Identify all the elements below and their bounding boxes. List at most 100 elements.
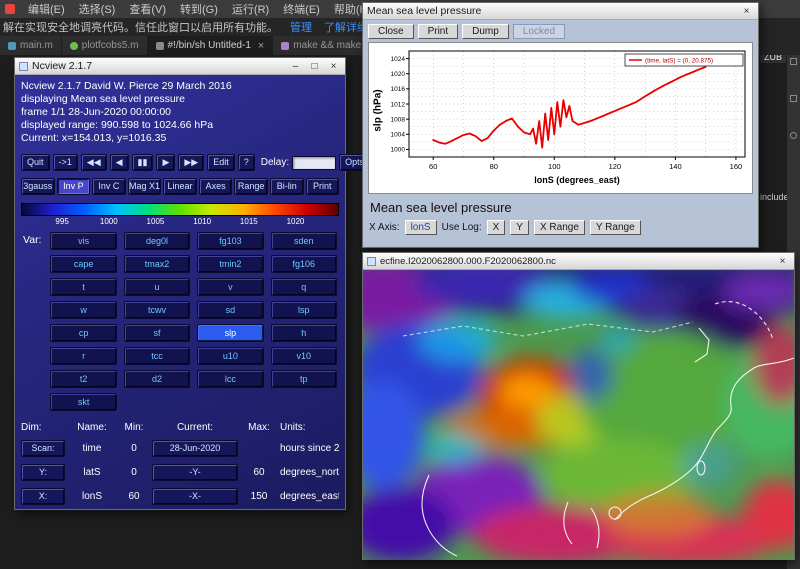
maximize-icon[interactable]: □ [307, 59, 322, 74]
close-icon[interactable]: × [739, 4, 754, 19]
colorbar[interactable] [21, 203, 339, 216]
colorbar-tick-label: 1010 [193, 217, 211, 226]
linear-button[interactable]: Linear [163, 178, 197, 195]
svg-text:100: 100 [548, 162, 561, 171]
menu-item-6[interactable]: 终端(E) [276, 1, 327, 17]
plot-titlebar[interactable]: Mean sea level pressure × [363, 3, 758, 20]
dim-lonS-button[interactable]: X: [21, 488, 65, 505]
locked-button[interactable]: Locked [513, 24, 565, 39]
inv-c-button[interactable]: Inv C [92, 178, 126, 195]
tab-2[interactable]: plotfcobs5.m [62, 36, 148, 55]
var-button-cp[interactable]: cp [50, 324, 116, 342]
help-button[interactable]: ? [238, 154, 255, 171]
dim-lonS-current-button[interactable]: -X- [152, 488, 238, 505]
var-button-d2[interactable]: d2 [124, 370, 190, 388]
var-button-t2[interactable]: t2 [50, 370, 116, 388]
print-button[interactable]: Print [306, 178, 340, 195]
var-button-r[interactable]: r [50, 347, 116, 365]
map-window: ecfine.I2020062800.000.F2020062800.nc × [362, 252, 795, 560]
var-button-lsp[interactable]: lsp [271, 301, 337, 319]
activity-icon[interactable] [790, 58, 797, 65]
3gauss-button[interactable]: 3gauss [21, 178, 55, 195]
x-range-button[interactable]: X Range [534, 220, 585, 235]
log-y-button[interactable]: Y [510, 220, 529, 235]
close-button[interactable]: Close [368, 24, 414, 39]
var-button-skt[interactable]: skt [50, 393, 116, 411]
var-button-tmin2[interactable]: tmin2 [197, 255, 263, 273]
x-axis-variable-button[interactable]: lonS [405, 220, 437, 235]
var-button-sd[interactable]: sd [197, 301, 263, 319]
var-button-vis[interactable]: vis [50, 232, 116, 250]
step-forward-button[interactable]: ▶ [156, 154, 175, 171]
rewind-button[interactable]: ◀◀ [81, 154, 107, 171]
dump-button[interactable]: Dump [462, 24, 509, 39]
activity-icon[interactable] [790, 132, 797, 139]
menu-item-5[interactable]: 运行(R) [225, 1, 276, 17]
svg-text:1020: 1020 [391, 71, 406, 78]
menu-item-1[interactable]: 编辑(E) [21, 1, 72, 17]
var-button-tcc[interactable]: tcc [124, 347, 190, 365]
menu-item-2[interactable]: 选择(S) [72, 1, 123, 17]
var-button-q[interactable]: q [271, 278, 337, 296]
quit-button[interactable]: Quit [21, 154, 50, 171]
range-button[interactable]: Range [234, 178, 268, 195]
var-button-sf[interactable]: sf [124, 324, 190, 342]
var-button-cape[interactable]: cape [50, 255, 116, 273]
tab-1[interactable]: main.m [0, 36, 62, 55]
var-button-fg103[interactable]: fg103 [197, 232, 263, 250]
window-icon [19, 62, 28, 71]
mag-x1-button[interactable]: Mag X1 [128, 178, 162, 195]
dim-latS-button[interactable]: Y: [21, 464, 65, 481]
print-button[interactable]: Print [418, 24, 459, 39]
menu-item-3[interactable]: 查看(V) [122, 1, 173, 17]
dimension-headers: Dim:Name:Min:Current:Max:Units: [21, 422, 339, 433]
bi-lin-button[interactable]: Bi-lin [270, 178, 304, 195]
plot-caption: Mean sea level pressure [370, 200, 756, 215]
inv-p-button[interactable]: Inv P [57, 178, 91, 195]
close-icon[interactable]: × [326, 59, 341, 74]
dim-latS-current-button[interactable]: -Y- [152, 464, 238, 481]
ncview-titlebar[interactable]: Ncview 2.1.7 – □ × [15, 58, 345, 75]
var-button-slp[interactable]: slp [197, 324, 263, 342]
var-button-w[interactable]: w [50, 301, 116, 319]
var-button-h[interactable]: h [271, 324, 337, 342]
var-button-v[interactable]: v [197, 278, 263, 296]
minimize-icon[interactable]: – [288, 59, 303, 74]
tab-3[interactable]: #!/bin/sh Untitled-1× [148, 36, 274, 55]
var-button-fg106[interactable]: fg106 [271, 255, 337, 273]
var-button-lcc[interactable]: lcc [197, 370, 263, 388]
delay-input[interactable] [292, 156, 336, 170]
axes-button[interactable]: Axes [199, 178, 233, 195]
var-button-v10[interactable]: v10 [271, 347, 337, 365]
desktop: 编辑(E)选择(S)查看(V)转到(G)运行(R)终端(E)帮助(H) 解在实现… [0, 0, 800, 569]
menu-item-4[interactable]: 转到(G) [173, 1, 225, 17]
map-titlebar[interactable]: ecfine.I2020062800.000.F2020062800.nc × [363, 253, 794, 270]
pressure-map-image[interactable] [363, 270, 794, 560]
var-button-sden[interactable]: sden [271, 232, 337, 250]
var-button-tcwv[interactable]: tcwv [124, 301, 190, 319]
activity-icon[interactable] [790, 95, 797, 102]
var-button-t[interactable]: t [50, 278, 116, 296]
close-icon[interactable]: × [258, 40, 264, 52]
plot-controls: X Axis: lonS Use Log: X Y X Range Y Rang… [369, 220, 752, 235]
var-button-deg0l[interactable]: deg0l [124, 232, 190, 250]
close-icon[interactable]: × [775, 254, 790, 269]
var-button-tp[interactable]: tp [271, 370, 337, 388]
log-x-button[interactable]: X [487, 220, 506, 235]
y-range-button[interactable]: Y Range [590, 220, 641, 235]
step-back-button[interactable]: ◀ [110, 154, 129, 171]
pause-button[interactable]: ▮▮ [132, 154, 154, 171]
edit-button[interactable]: Edit [207, 154, 235, 171]
manage-link[interactable]: 管理 [290, 19, 312, 35]
dim-time-current-button[interactable]: 28-Jun-2020 [152, 440, 238, 457]
ncview-body: Ncview 2.1.7 David W. Pierce 29 March 20… [15, 75, 345, 510]
dim-time-button[interactable]: Scan: [21, 440, 65, 457]
file-type-icon [156, 42, 164, 50]
var-button-u10[interactable]: u10 [197, 347, 263, 365]
svg-text:60: 60 [429, 162, 437, 171]
goto-frame-1-button[interactable]: ->1 [53, 154, 78, 171]
var-button-tmax2[interactable]: tmax2 [124, 255, 190, 273]
var-button-u[interactable]: u [124, 278, 190, 296]
window-icon [367, 257, 376, 266]
fast-forward-button[interactable]: ▶▶ [178, 154, 204, 171]
